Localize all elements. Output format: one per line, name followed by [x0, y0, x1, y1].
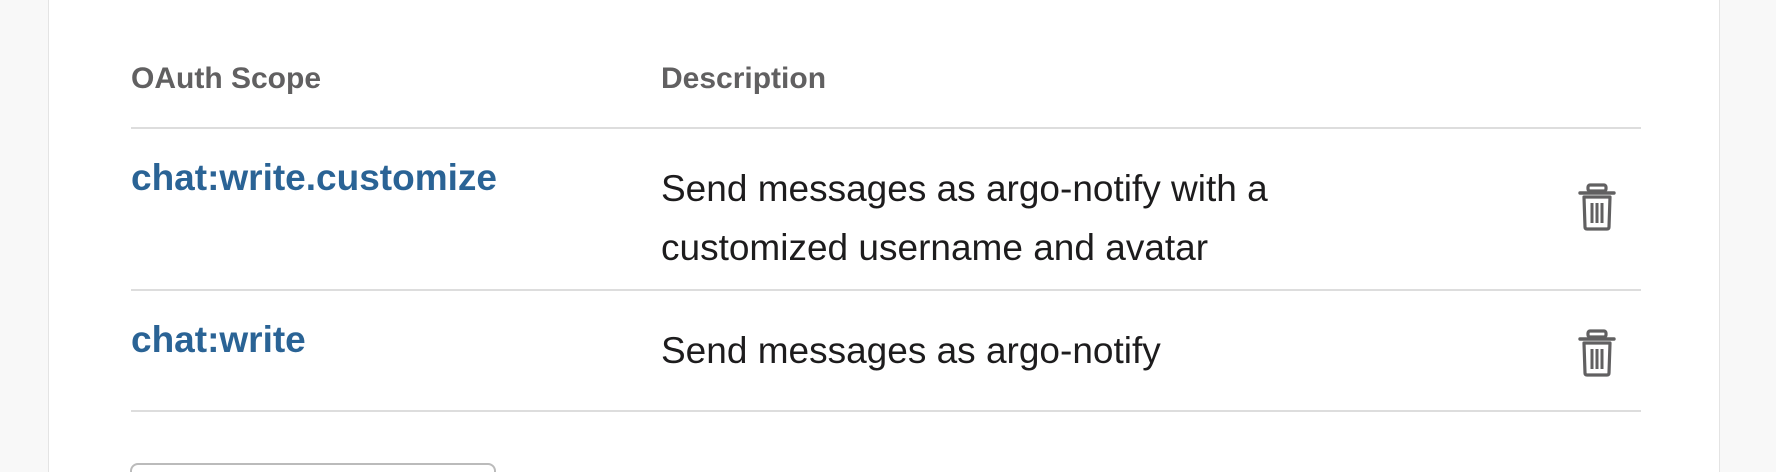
- column-header-description: Description: [661, 62, 827, 95]
- scope-description: Send messages as argo-notify: [661, 330, 1161, 371]
- table-row: chat:write.customize Send messages as ar…: [131, 129, 1641, 291]
- oauth-scopes-table: OAuth Scope Description chat:write.custo…: [131, 50, 1641, 412]
- trash-icon[interactable]: [1577, 183, 1617, 231]
- column-header-oauth-scope: OAuth Scope: [131, 62, 322, 95]
- trash-icon[interactable]: [1577, 329, 1617, 377]
- scopes-card: OAuth Scope Description chat:write.custo…: [48, 0, 1720, 472]
- table-row: chat:write Send messages as argo-notify: [131, 291, 1641, 412]
- table-header: OAuth Scope Description: [131, 50, 1641, 129]
- scope-link-chat-write[interactable]: chat:write: [131, 319, 306, 361]
- scope-description: Send messages as argo-notify with a cust…: [661, 168, 1268, 268]
- scope-link-chat-write-customize[interactable]: chat:write.customize: [131, 157, 497, 199]
- add-scope-button[interactable]: [130, 463, 496, 472]
